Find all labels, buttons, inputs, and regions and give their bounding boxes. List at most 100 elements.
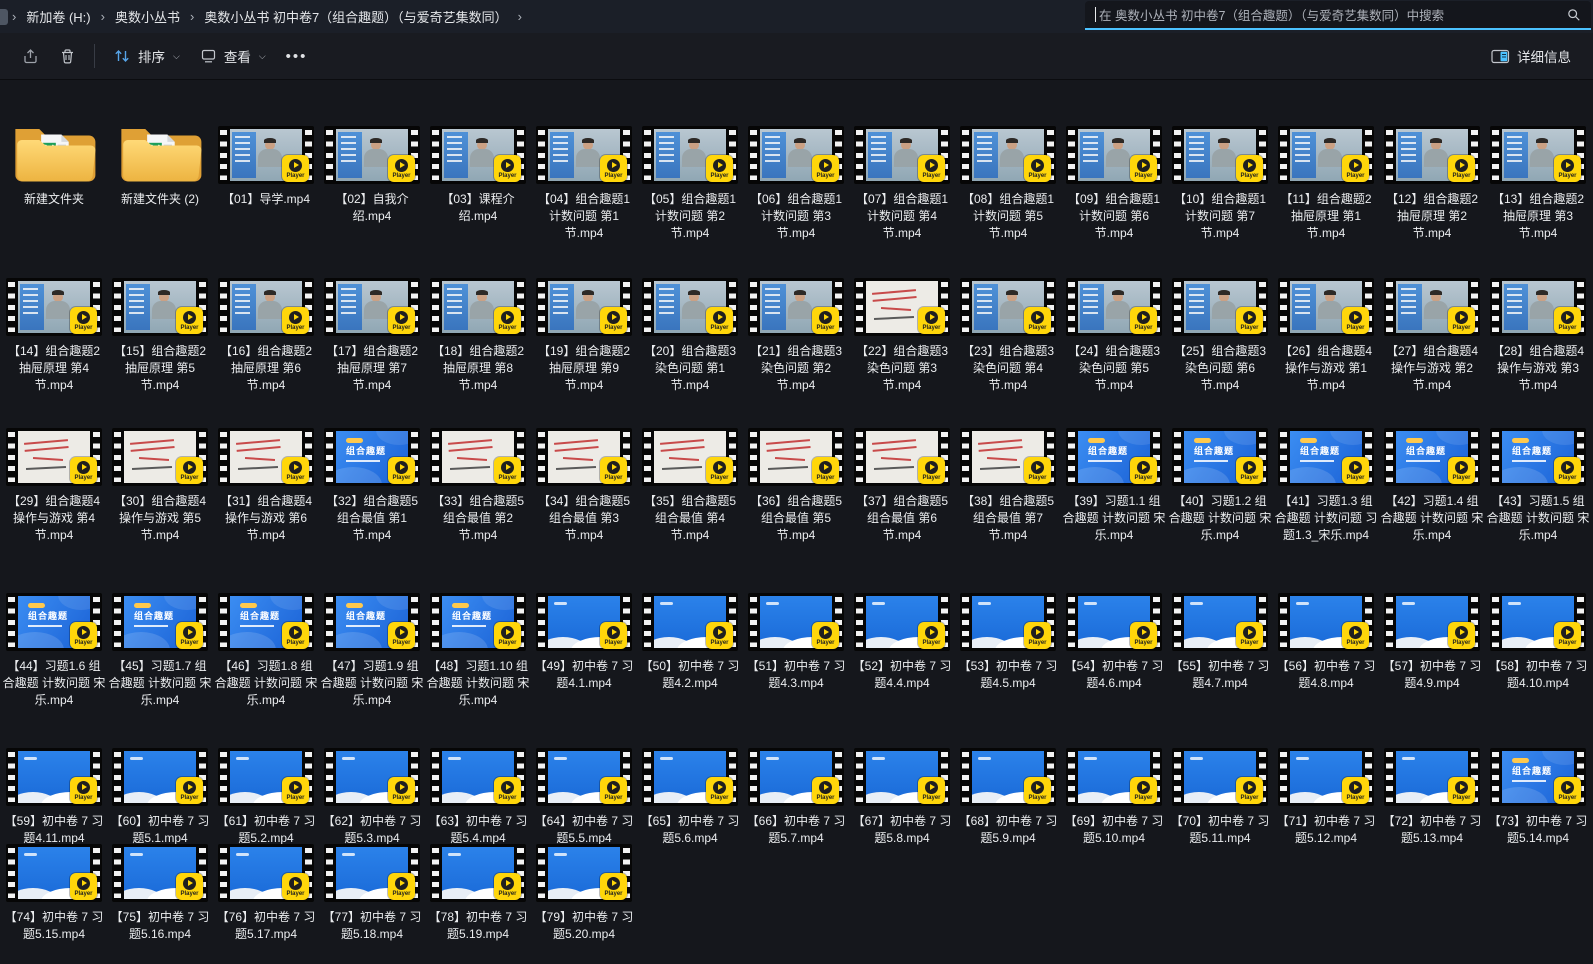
- file-item[interactable]: Player 【77】初中卷 7 习题5.18.mp4: [319, 844, 425, 964]
- file-item[interactable]: Player 【70】初中卷 7 习题5.11.mp4: [1167, 748, 1273, 844]
- file-item[interactable]: Player 【61】初中卷 7 习题5.2.mp4: [213, 748, 319, 844]
- file-name: 【48】习题1.10 组合趣题 计数问题 宋乐.mp4: [426, 658, 530, 709]
- file-item[interactable]: Player 【13】组合趣题2 抽屉原理 第3节.mp4: [1485, 126, 1591, 278]
- file-item[interactable]: Player 【10】组合趣题1 计数问题 第7节.mp4: [1167, 126, 1273, 278]
- view-button[interactable]: 查看 ⌵: [190, 39, 276, 73]
- file-item[interactable]: Player 【57】初中卷 7 习题4.9.mp4: [1379, 593, 1485, 748]
- file-item[interactable]: Player 【18】组合趣题2 抽屉原理 第8节.mp4: [425, 278, 531, 428]
- breadcrumb-item-current[interactable]: 奥数小丛书 初中卷7（组合趣题）（与爱奇艺集数同）: [198, 4, 513, 29]
- file-item[interactable]: Player 【20】组合趣题3 染色问题 第1节.mp4: [637, 278, 743, 428]
- file-item[interactable]: Player 【19】组合趣题2 抽屉原理 第9节.mp4: [531, 278, 637, 428]
- file-item[interactable]: Player 【79】初中卷 7 习题5.20.mp4: [531, 844, 637, 964]
- file-item[interactable]: Player 【26】组合趣题4 操作与游戏 第1节.mp4: [1273, 278, 1379, 428]
- file-item[interactable]: Player 【37】组合趣题5 组合最值 第6节.mp4: [849, 428, 955, 593]
- file-item[interactable]: Player 【36】组合趣题5 组合最值 第5节.mp4: [743, 428, 849, 593]
- file-item[interactable]: Player 【05】组合趣题1 计数问题 第2节.mp4: [637, 126, 743, 278]
- file-item[interactable]: Player 【16】组合趣题2 抽屉原理 第6节.mp4: [213, 278, 319, 428]
- player-badge-icon: Player: [1130, 622, 1157, 649]
- file-item[interactable]: 组合趣题 Player 【43】习题1.5 组合趣题 计数问题 宋乐.mp4: [1485, 428, 1591, 593]
- file-name: 【32】组合趣题5 组合最值 第1节.mp4: [320, 493, 424, 544]
- file-item[interactable]: Player 【52】初中卷 7 习题4.4.mp4: [849, 593, 955, 748]
- file-item[interactable]: 组合趣题 Player 【39】习题1.1 组合趣题 计数问题 宋乐.mp4: [1061, 428, 1167, 593]
- breadcrumb-item-parent[interactable]: 奥数小丛书: [109, 4, 186, 29]
- file-item[interactable]: 组合趣题 Player 【44】习题1.6 组合趣题 计数问题 宋乐.mp4: [1, 593, 107, 748]
- folder-item[interactable]: 新建文件夹: [1, 126, 107, 278]
- file-item[interactable]: Player 【06】组合趣题1 计数问题 第3节.mp4: [743, 126, 849, 278]
- file-item[interactable]: Player 【01】导学.mp4: [213, 126, 319, 278]
- file-item[interactable]: Player 【14】组合趣题2 抽屉原理 第4节.mp4: [1, 278, 107, 428]
- file-item[interactable]: Player 【63】初中卷 7 习题5.4.mp4: [425, 748, 531, 844]
- file-item[interactable]: Player 【21】组合趣题3 染色问题 第2节.mp4: [743, 278, 849, 428]
- file-item[interactable]: Player 【53】初中卷 7 习题4.5.mp4: [955, 593, 1061, 748]
- breadcrumb-item-drive[interactable]: 新加卷 (H:): [20, 4, 96, 29]
- file-item[interactable]: Player 【08】组合趣题1 计数问题 第5节.mp4: [955, 126, 1061, 278]
- file-item[interactable]: Player 【12】组合趣题2 抽屉原理 第2节.mp4: [1379, 126, 1485, 278]
- more-options-button[interactable]: •••: [276, 41, 318, 72]
- file-name: 【75】初中卷 7 习题5.16.mp4: [108, 909, 212, 943]
- folder-item[interactable]: 新建文件夹 (2): [107, 126, 213, 278]
- player-badge-label: Player: [180, 325, 198, 331]
- file-item[interactable]: Player 【62】初中卷 7 习题5.3.mp4: [319, 748, 425, 844]
- file-item[interactable]: Player 【15】组合趣题2 抽屉原理 第5节.mp4: [107, 278, 213, 428]
- file-item[interactable]: Player 【02】自我介绍.mp4: [319, 126, 425, 278]
- file-item[interactable]: 组合趣题 Player 【47】习题1.9 组合趣题 计数问题 宋乐.mp4: [319, 593, 425, 748]
- file-item[interactable]: Player 【22】组合趣题3 染色问题 第3节.mp4: [849, 278, 955, 428]
- file-item[interactable]: 组合趣题 Player 【73】初中卷 7 习题5.14.mp4: [1485, 748, 1591, 844]
- file-item[interactable]: Player 【28】组合趣题4 操作与游戏 第3节.mp4: [1485, 278, 1591, 428]
- file-item[interactable]: Player 【31】组合趣题4 操作与游戏 第6节.mp4: [213, 428, 319, 593]
- file-item[interactable]: Player 【17】组合趣题2 抽屉原理 第7节.mp4: [319, 278, 425, 428]
- file-item[interactable]: Player 【34】组合趣题5 组合最值 第3节.mp4: [531, 428, 637, 593]
- file-item[interactable]: Player 【56】初中卷 7 习题4.8.mp4: [1273, 593, 1379, 748]
- file-item[interactable]: Player 【64】初中卷 7 习题5.5.mp4: [531, 748, 637, 844]
- file-item[interactable]: Player 【24】组合趣题3 染色问题 第5节.mp4: [1061, 278, 1167, 428]
- file-item[interactable]: 组合趣题 Player 【45】习题1.7 组合趣题 计数问题 宋乐.mp4: [107, 593, 213, 748]
- file-name: 【38】组合趣题5 组合最值 第7节.mp4: [956, 493, 1060, 544]
- search-input[interactable]: 在 奥数小丛书 初中卷7（组合趣题）（与爱奇艺集数同）中搜索: [1085, 1, 1591, 30]
- file-item[interactable]: Player 【55】初中卷 7 习题4.7.mp4: [1167, 593, 1273, 748]
- file-item[interactable]: Player 【67】初中卷 7 习题5.8.mp4: [849, 748, 955, 844]
- video-thumbnail: Player: [960, 126, 1056, 184]
- file-item[interactable]: Player 【30】组合趣题4 操作与游戏 第5节.mp4: [107, 428, 213, 593]
- file-item[interactable]: Player 【38】组合趣题5 组合最值 第7节.mp4: [955, 428, 1061, 593]
- file-item[interactable]: Player 【54】初中卷 7 习题4.6.mp4: [1061, 593, 1167, 748]
- search-icon[interactable]: [1567, 8, 1581, 22]
- file-item[interactable]: Player 【33】组合趣题5 组合最值 第2节.mp4: [425, 428, 531, 593]
- file-item[interactable]: Player 【07】组合趣题1 计数问题 第4节.mp4: [849, 126, 955, 278]
- file-item[interactable]: Player 【68】初中卷 7 习题5.9.mp4: [955, 748, 1061, 844]
- file-item[interactable]: Player 【78】初中卷 7 习题5.19.mp4: [425, 844, 531, 964]
- delete-button[interactable]: [49, 41, 86, 72]
- file-item[interactable]: Player 【23】组合趣题3 染色问题 第4节.mp4: [955, 278, 1061, 428]
- file-item[interactable]: Player 【35】组合趣题5 组合最值 第4节.mp4: [637, 428, 743, 593]
- file-item[interactable]: 组合趣题 Player 【32】组合趣题5 组合最值 第1节.mp4: [319, 428, 425, 593]
- file-item[interactable]: Player 【71】初中卷 7 习题5.12.mp4: [1273, 748, 1379, 844]
- file-item[interactable]: Player 【49】初中卷 7 习题4.1.mp4: [531, 593, 637, 748]
- file-item[interactable]: Player 【04】组合趣题1 计数问题 第1节.mp4: [531, 126, 637, 278]
- file-item[interactable]: Player 【29】组合趣题4 操作与游戏 第4节.mp4: [1, 428, 107, 593]
- file-item[interactable]: Player 【03】课程介绍.mp4: [425, 126, 531, 278]
- share-button[interactable]: [12, 41, 49, 72]
- file-item[interactable]: 组合趣题 Player 【48】习题1.10 组合趣题 计数问题 宋乐.mp4: [425, 593, 531, 748]
- file-item[interactable]: 组合趣题 Player 【42】习题1.4 组合趣题 计数问题 宋乐.mp4: [1379, 428, 1485, 593]
- sort-button[interactable]: 排序 ⌵: [103, 39, 190, 73]
- video-thumbnail: 组合趣题 Player: [430, 593, 526, 651]
- file-item[interactable]: Player 【09】组合趣题1 计数问题 第6节.mp4: [1061, 126, 1167, 278]
- file-item[interactable]: Player 【75】初中卷 7 习题5.16.mp4: [107, 844, 213, 964]
- file-item[interactable]: Player 【11】组合趣题2 抽屉原理 第1节.mp4: [1273, 126, 1379, 278]
- file-item[interactable]: 组合趣题 Player 【41】习题1.3 组合趣题 计数问题 习题1.3_宋乐…: [1273, 428, 1379, 593]
- file-item[interactable]: Player 【74】初中卷 7 习题5.15.mp4: [1, 844, 107, 964]
- file-item[interactable]: Player 【27】组合趣题4 操作与游戏 第2节.mp4: [1379, 278, 1485, 428]
- file-item[interactable]: Player 【25】组合趣题3 染色问题 第6节.mp4: [1167, 278, 1273, 428]
- file-item[interactable]: Player 【59】初中卷 7 习题4.11.mp4: [1, 748, 107, 844]
- file-item[interactable]: 组合趣题 Player 【46】习题1.8 组合趣题 计数问题 宋乐.mp4: [213, 593, 319, 748]
- file-item[interactable]: Player 【60】初中卷 7 习题5.1.mp4: [107, 748, 213, 844]
- file-item[interactable]: Player 【65】初中卷 7 习题5.6.mp4: [637, 748, 743, 844]
- file-item[interactable]: Player 【69】初中卷 7 习题5.10.mp4: [1061, 748, 1167, 844]
- file-item[interactable]: Player 【76】初中卷 7 习题5.17.mp4: [213, 844, 319, 964]
- file-item[interactable]: Player 【58】初中卷 7 习题4.10.mp4: [1485, 593, 1591, 748]
- file-item[interactable]: Player 【51】初中卷 7 习题4.3.mp4: [743, 593, 849, 748]
- file-item[interactable]: Player 【72】初中卷 7 习题5.13.mp4: [1379, 748, 1485, 844]
- file-item[interactable]: Player 【50】初中卷 7 习题4.2.mp4: [637, 593, 743, 748]
- details-pane-button[interactable]: 详细信息: [1481, 39, 1581, 73]
- file-item[interactable]: Player 【66】初中卷 7 习题5.7.mp4: [743, 748, 849, 844]
- file-item[interactable]: 组合趣题 Player 【40】习题1.2 组合趣题 计数问题 宋乐.mp4: [1167, 428, 1273, 593]
